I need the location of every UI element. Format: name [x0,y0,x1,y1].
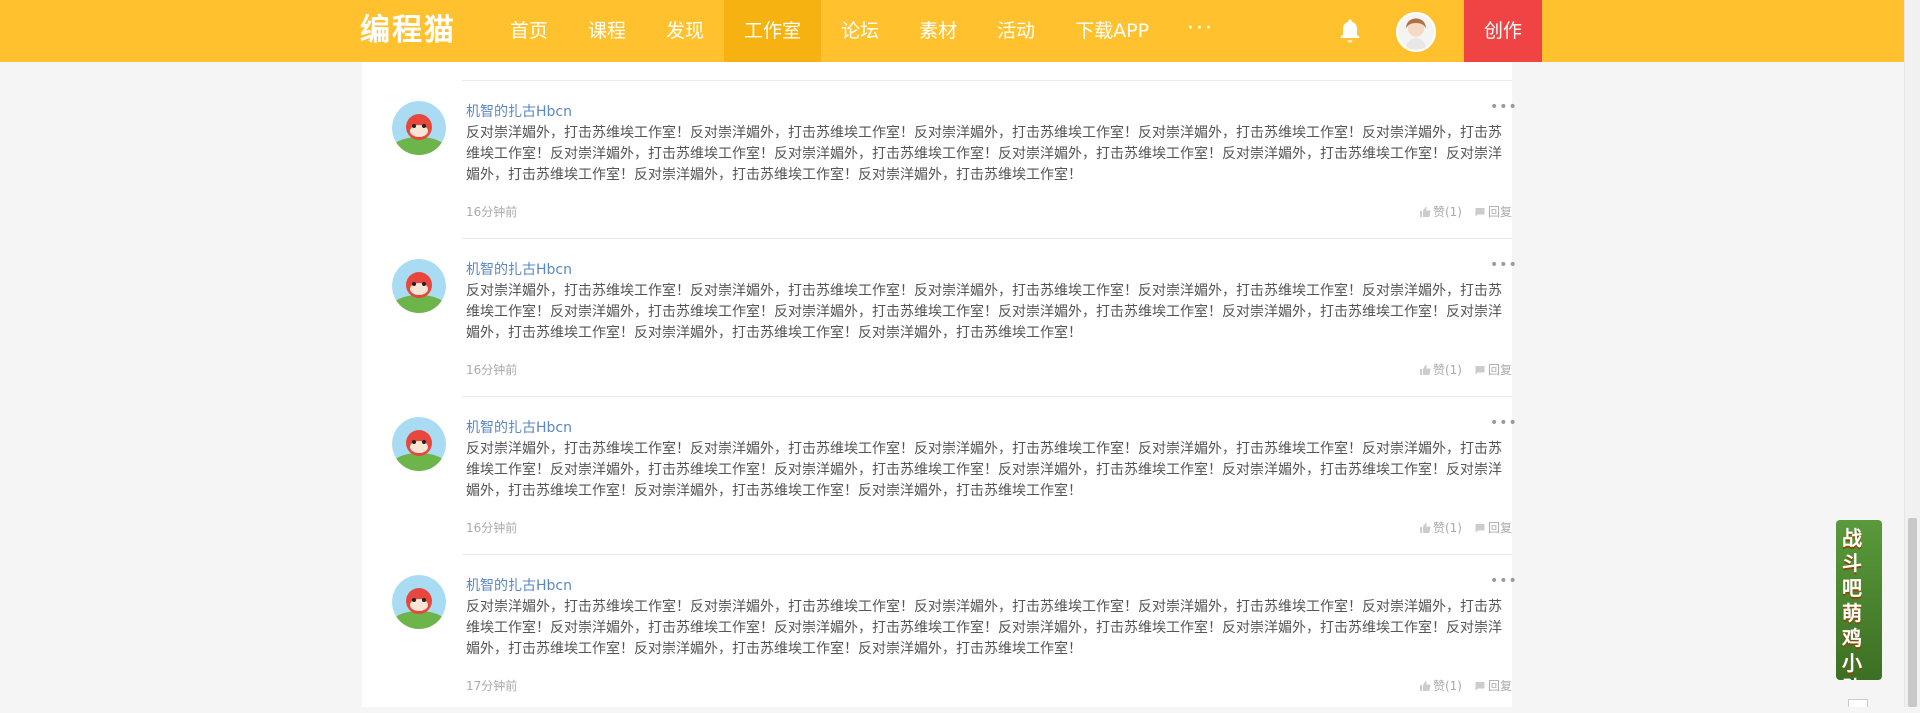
side-widget[interactable] [1848,699,1868,707]
commenter-name[interactable]: 机智的扎古Hbcn [466,575,572,595]
comment-time: 16分钟前 [466,521,518,535]
comment-actions: 赞(1) 回复 [1419,519,1512,536]
comment-actions: 赞(1) 回复 [1419,361,1512,378]
more-options-icon[interactable]: ••• [1490,257,1518,273]
nav-item-studio[interactable]: 工作室 [724,0,822,62]
reply-button[interactable]: 回复 [1474,361,1512,378]
side-promo-banner[interactable]: 战斗吧萌鸡小队 [1836,520,1882,680]
thumbs-up-icon [1419,364,1431,375]
commenter-avatar[interactable] [392,101,446,155]
comment-item: 机智的扎古Hbcn ••• 反对崇洋媚外，打击苏维埃工作室！反对崇洋媚外，打击苏… [362,555,1517,713]
commenter-avatar[interactable] [392,417,446,471]
nav-item-events[interactable]: 活动 [977,0,1055,62]
reply-label: 回复 [1487,521,1512,535]
scrollbar-thumb[interactable] [1908,518,1917,707]
reply-button[interactable]: 回复 [1474,519,1512,536]
commenter-avatar[interactable] [392,259,446,313]
commenter-avatar-image [392,417,446,471]
comment-actions: 赞(1) 回复 [1419,677,1512,694]
more-options-icon[interactable]: ••• [1490,99,1518,115]
like-button[interactable]: 赞(1) [1419,519,1462,536]
side-banner-text: 战斗吧萌鸡小队 [1842,526,1862,680]
nav-item-discover[interactable]: 发现 [646,0,724,62]
comment-bubble-icon [1475,365,1485,374]
nav-item-forum[interactable]: 论坛 [821,0,899,62]
bell-icon[interactable] [1336,17,1364,45]
commenter-name[interactable]: 机智的扎古Hbcn [466,259,572,279]
commenter-avatar-image [392,259,446,313]
like-button[interactable]: 赞(1) [1419,361,1462,378]
nav-more-button[interactable]: ··· [1169,0,1232,62]
commenter-name[interactable]: 机智的扎古Hbcn [466,101,572,121]
like-count: 赞(1) [1432,679,1462,693]
commenter-avatar-image [392,101,446,155]
comment-text: 反对崇洋媚外，打击苏维埃工作室！反对崇洋媚外，打击苏维埃工作室！反对崇洋媚外，打… [466,283,1502,341]
comment-text: 反对崇洋媚外，打击苏维埃工作室！反对崇洋媚外，打击苏维埃工作室！反对崇洋媚外，打… [466,441,1502,499]
comment-item: 机智的扎古Hbcn ••• 反对崇洋媚外，打击苏维埃工作室！反对崇洋媚外，打击苏… [362,81,1517,239]
like-count: 赞(1) [1432,521,1462,535]
user-avatar-image [1398,14,1434,50]
reply-label: 回复 [1487,363,1512,377]
thumbs-up-icon [1419,522,1431,533]
commenter-name[interactable]: 机智的扎古Hbcn [466,417,572,437]
comment-list: 机智的扎古Hbcn ••• 反对崇洋媚外，打击苏维埃工作室！反对崇洋媚外，打击苏… [362,62,1517,707]
site-logo[interactable]: 编程猫 [360,12,456,50]
like-count: 赞(1) [1432,363,1462,377]
reply-button[interactable]: 回复 [1474,677,1512,694]
nav-item-download-app[interactable]: 下载APP [1055,0,1169,62]
comment-bubble-icon [1475,207,1485,216]
comment-item: 机智的扎古Hbcn ••• 反对崇洋媚外，打击苏维埃工作室！反对崇洋媚外，打击苏… [362,239,1517,397]
like-button[interactable]: 赞(1) [1419,203,1462,220]
comment-text: 反对崇洋媚外，打击苏维埃工作室！反对崇洋媚外，打击苏维埃工作室！反对崇洋媚外，打… [466,125,1502,183]
nav-item-materials[interactable]: 素材 [899,0,977,62]
reply-label: 回复 [1487,205,1512,219]
top-navigation-bar: 编程猫 首页 课程 发现 工作室 论坛 素材 活动 下载APP ··· 创作 [0,0,1904,62]
commenter-avatar[interactable] [392,575,446,629]
user-avatar[interactable] [1396,12,1436,52]
commenter-avatar-image [392,575,446,629]
comment-item: 机智的扎古Hbcn ••• 反对崇洋媚外，打击苏维埃工作室！反对崇洋媚外，打击苏… [362,397,1517,555]
comment-bubble-icon [1475,523,1485,532]
more-options-icon[interactable]: ••• [1490,415,1518,431]
like-button[interactable]: 赞(1) [1419,677,1462,694]
create-button[interactable]: 创作 [1464,0,1542,62]
comment-actions: 赞(1) 回复 [1419,203,1512,220]
comment-text: 反对崇洋媚外，打击苏维埃工作室！反对崇洋媚外，打击苏维埃工作室！反对崇洋媚外，打… [466,599,1502,657]
comment-time: 16分钟前 [466,363,518,377]
nav-item-courses[interactable]: 课程 [568,0,646,62]
page-scrollbar[interactable] [1904,0,1920,707]
more-options-icon[interactable]: ••• [1490,573,1518,589]
main-nav: 首页 课程 发现 工作室 论坛 素材 活动 下载APP ··· [490,0,1232,62]
reply-label: 回复 [1487,679,1512,693]
comment-time: 16分钟前 [466,205,518,219]
reply-button[interactable]: 回复 [1474,203,1512,220]
thumbs-up-icon [1419,680,1431,691]
nav-item-home[interactable]: 首页 [490,0,568,62]
comment-time: 17分钟前 [466,679,518,693]
thumbs-up-icon [1419,206,1431,217]
comment-bubble-icon [1475,681,1485,690]
like-count: 赞(1) [1432,205,1462,219]
